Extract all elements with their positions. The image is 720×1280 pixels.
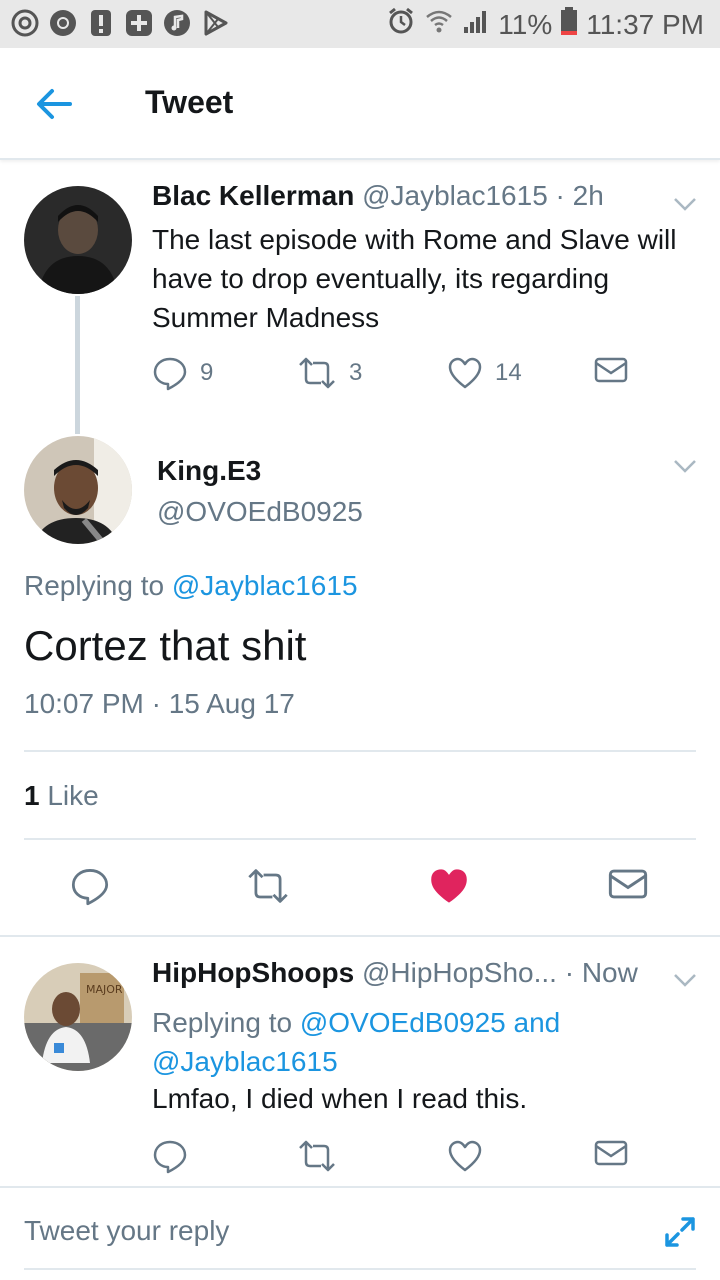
section-divider: [0, 1186, 720, 1188]
parent-tweet-actions: 9 3 14: [152, 355, 692, 395]
author-name[interactable]: King.E3: [157, 455, 261, 487]
reply-icon: [153, 357, 187, 391]
back-button[interactable]: [32, 82, 76, 126]
dm-button[interactable]: [594, 355, 628, 385]
page-title: Tweet: [145, 84, 234, 120]
plus-icon: [124, 8, 154, 38]
heart-icon: [448, 1140, 482, 1172]
reply-icon: [71, 869, 109, 906]
like-button[interactable]: 14: [447, 355, 522, 391]
tweet-text: Cortez that shit: [24, 622, 307, 669]
replying-to-and: and: [505, 1007, 561, 1038]
reply-button[interactable]: [152, 1138, 188, 1174]
reply-icon: [153, 1140, 187, 1174]
wifi-icon: [424, 6, 454, 43]
dm-button[interactable]: [608, 866, 648, 902]
tweet-text: The last episode with Rome and Slave wil…: [152, 224, 677, 333]
retweet-button[interactable]: [297, 1138, 337, 1174]
replying-to-prefix: Replying to: [152, 1007, 300, 1038]
back-arrow-icon: [37, 89, 72, 119]
author-name[interactable]: HipHopShoops: [152, 957, 354, 988]
chevron-down-icon[interactable]: [672, 196, 698, 212]
focused-tweet-avatar[interactable]: [24, 436, 132, 544]
status-bar: 11% 11:37 PM: [0, 0, 720, 48]
heart-icon: [448, 357, 482, 389]
tweet-timestamp: 10:07 PM · 15 Aug 17: [24, 688, 295, 719]
like-button-liked[interactable]: [428, 866, 470, 906]
retweet-button[interactable]: 3: [297, 355, 362, 391]
compose-underline: [24, 1268, 696, 1270]
envelope-icon: [608, 869, 648, 899]
reply-count: 9: [200, 359, 214, 386]
envelope-icon: [594, 1140, 628, 1166]
chevron-down-icon[interactable]: [672, 458, 698, 474]
thread-connector: [75, 296, 80, 434]
reply-tweet-header: HipHopShoops @HipHopSho... · Now: [152, 957, 638, 989]
parent-tweet-avatar[interactable]: [24, 186, 132, 294]
reply-compose-input[interactable]: Tweet your reply: [24, 1215, 229, 1247]
replying-to-link[interactable]: @OVOEdB0925: [300, 1007, 506, 1038]
retweet-icon: [299, 1140, 335, 1172]
replying-to-prefix: Replying to: [24, 570, 172, 601]
svg-text:MAJOR: MAJOR: [86, 983, 123, 996]
retweet-icon: [299, 357, 335, 389]
replying-to-line: Replying to @OVOEdB0925 and @Jayblac1615: [152, 1003, 692, 1081]
author-handle[interactable]: @OVOEdB0925: [157, 496, 363, 528]
expand-icon: [665, 1217, 695, 1247]
alarm-icon: [386, 6, 416, 43]
likes-label: Like: [39, 780, 99, 811]
heart-filled-icon: [431, 869, 467, 903]
reply-tweet-avatar[interactable]: MAJOR: [24, 963, 132, 1071]
reply-button[interactable]: [70, 866, 110, 906]
reply-tweet-actions: [152, 1138, 692, 1178]
focused-tweet-actions: [0, 866, 720, 910]
signal-icon: [462, 7, 490, 42]
play-store-icon: [200, 8, 230, 38]
dm-button[interactable]: [594, 1138, 628, 1168]
replying-to-link[interactable]: @Jayblac1615: [152, 1046, 338, 1077]
envelope-icon: [594, 357, 628, 383]
likes-count: 1: [24, 780, 40, 811]
parent-tweet-header: Blac Kellerman @Jayblac1615 · 2h: [152, 180, 604, 212]
clock: 11:37 PM: [586, 8, 704, 40]
expand-compose-button[interactable]: [664, 1216, 696, 1248]
tweet-age: · Now: [564, 957, 638, 988]
alert-icon: [86, 8, 116, 38]
replying-to-link[interactable]: @Jayblac1615: [172, 570, 358, 601]
author-handle[interactable]: @HipHopSho...: [362, 957, 557, 988]
reply-button[interactable]: 9: [152, 355, 213, 391]
replying-to-line: Replying to @Jayblac1615: [24, 570, 358, 602]
divider: [24, 838, 696, 840]
like-count: 14: [495, 359, 522, 386]
section-divider: [0, 935, 720, 937]
like-button[interactable]: [447, 1138, 483, 1174]
tweet-age: · 2h: [555, 180, 604, 211]
music-icon: [162, 8, 192, 38]
retweet-icon: [248, 869, 288, 903]
battery-icon: [560, 6, 578, 43]
battery-level: 11%: [498, 8, 553, 40]
likes-summary[interactable]: 1 Like: [24, 780, 99, 812]
divider: [24, 750, 696, 752]
chrome-icon: [48, 8, 78, 38]
retweet-button[interactable]: [246, 866, 290, 906]
author-name[interactable]: Blac Kellerman: [152, 180, 354, 211]
author-handle[interactable]: @Jayblac1615: [362, 180, 548, 211]
retweet-count: 3: [349, 359, 363, 386]
mail-sync-icon: [10, 8, 40, 38]
chevron-down-icon[interactable]: [672, 972, 698, 988]
tweet-text: Lmfao, I died when I read this.: [152, 1083, 528, 1114]
app-bar: Tweet: [0, 48, 720, 160]
